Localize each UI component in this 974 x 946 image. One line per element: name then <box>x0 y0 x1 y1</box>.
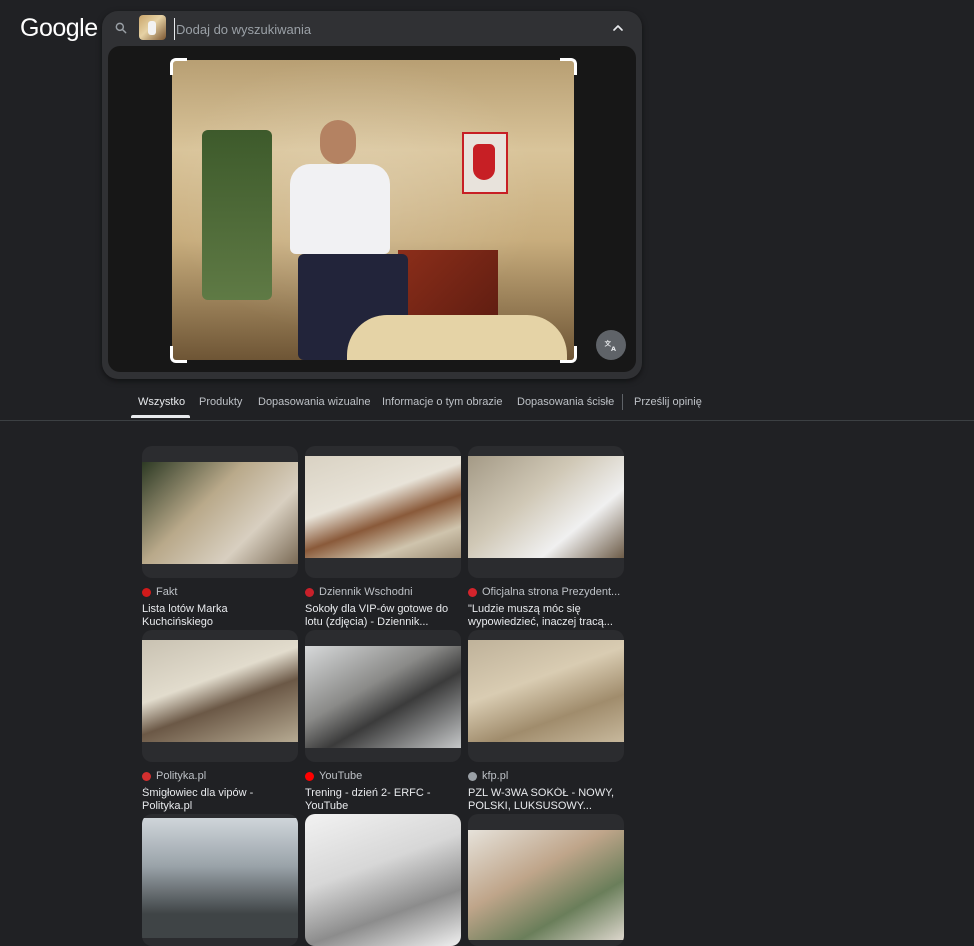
result-source: YouTube <box>305 770 461 782</box>
tab-produkty[interactable]: Produkty <box>199 396 242 408</box>
search-input[interactable] <box>174 18 598 40</box>
result-card[interactable]: Polityka.pl Śmigłowiec dla vipów - Polit… <box>142 630 298 813</box>
tab-dopasowania-wizualne[interactable]: Dopasowania wizualne <box>258 396 371 408</box>
result-card[interactable] <box>468 814 624 946</box>
result-title[interactable]: Śmigłowiec dla vipów - Polityka.pl <box>142 787 298 813</box>
crop-handle-bottom-right[interactable] <box>560 346 577 363</box>
result-title[interactable]: Lista lotów Marka Kuchcińskiego <box>142 603 298 629</box>
active-tab-indicator <box>131 415 190 418</box>
result-card[interactable] <box>142 814 298 946</box>
feedback-link[interactable]: Prześlij opinię <box>634 396 702 408</box>
chevron-up-icon[interactable] <box>610 20 626 36</box>
tab-wszystko[interactable]: Wszystko <box>138 396 185 408</box>
query-image-thumbnail[interactable] <box>139 15 166 40</box>
result-source: kfp.pl <box>468 770 624 782</box>
result-card[interactable]: YouTube Trening - dzień 2- ERFC - YouTub… <box>305 630 461 813</box>
tab-divider <box>622 394 623 410</box>
result-tabs: Wszystko Produkty Dopasowania wizualne I… <box>0 384 974 421</box>
image-preview: 文 A <box>108 46 636 372</box>
result-image[interactable] <box>468 630 624 762</box>
result-image[interactable] <box>305 814 461 946</box>
prezydent-favicon-icon <box>468 587 477 597</box>
result-title[interactable]: Trening - dzień 2- ERFC - YouTube <box>305 787 461 813</box>
result-source: Fakt <box>142 586 298 598</box>
svg-text:A: A <box>611 345 616 352</box>
google-logo[interactable]: Google <box>20 14 98 43</box>
result-title[interactable]: Sokoły dla VIP-ów gotowe do lotu (zdjęci… <box>305 603 461 629</box>
query-image <box>172 60 574 360</box>
youtube-favicon-icon <box>305 771 314 781</box>
result-image[interactable] <box>142 814 298 946</box>
result-title[interactable]: PZL W-3WA SOKÓŁ - NOWY, POLSKI, LUKSUSOW… <box>468 787 624 813</box>
result-source: Oficjalna strona Prezydent... <box>468 586 624 598</box>
polityka-favicon-icon <box>142 771 151 781</box>
translate-icon: 文 A <box>605 339 616 352</box>
result-title[interactable]: "Ludzie muszą móc się wypowiedzieć, inac… <box>468 603 624 629</box>
result-card[interactable]: Fakt Lista lotów Marka Kuchcińskiego <box>142 446 298 629</box>
result-card[interactable]: kfp.pl PZL W-3WA SOKÓŁ - NOWY, POLSKI, L… <box>468 630 624 813</box>
result-image[interactable] <box>142 446 298 578</box>
crop-handle-bottom-left[interactable] <box>170 346 187 363</box>
globe-icon <box>468 771 477 781</box>
translate-button[interactable]: 文 A <box>596 330 626 360</box>
result-image[interactable] <box>468 446 624 578</box>
dziennik-wschodni-favicon-icon <box>305 587 314 597</box>
image-search-box: 文 A <box>102 11 642 379</box>
crop-handle-top-right[interactable] <box>560 58 577 75</box>
result-image[interactable] <box>305 630 461 762</box>
helicopter-window <box>202 130 272 300</box>
result-card[interactable]: Dziennik Wschodni Sokoły dla VIP-ów goto… <box>305 446 461 629</box>
tab-dopasowania-scisle[interactable]: Dopasowania ścisłe <box>517 396 614 408</box>
result-source: Dziennik Wschodni <box>305 586 461 598</box>
result-image[interactable] <box>468 814 624 946</box>
crop-handle-top-left[interactable] <box>170 58 187 75</box>
polish-eagle-emblem <box>462 132 508 194</box>
tab-informacje-o-obrazie[interactable]: Informacje o tym obrazie <box>382 396 502 408</box>
leather-seat <box>347 315 567 360</box>
result-image[interactable] <box>142 630 298 762</box>
result-source: Polityka.pl <box>142 770 298 782</box>
search-icon[interactable] <box>114 21 128 35</box>
search-bar <box>102 11 642 45</box>
result-card[interactable]: Oficjalna strona Prezydent... "Ludzie mu… <box>468 446 624 629</box>
result-card[interactable] <box>305 814 461 946</box>
result-image[interactable] <box>305 446 461 578</box>
fakt-favicon-icon <box>142 587 151 597</box>
